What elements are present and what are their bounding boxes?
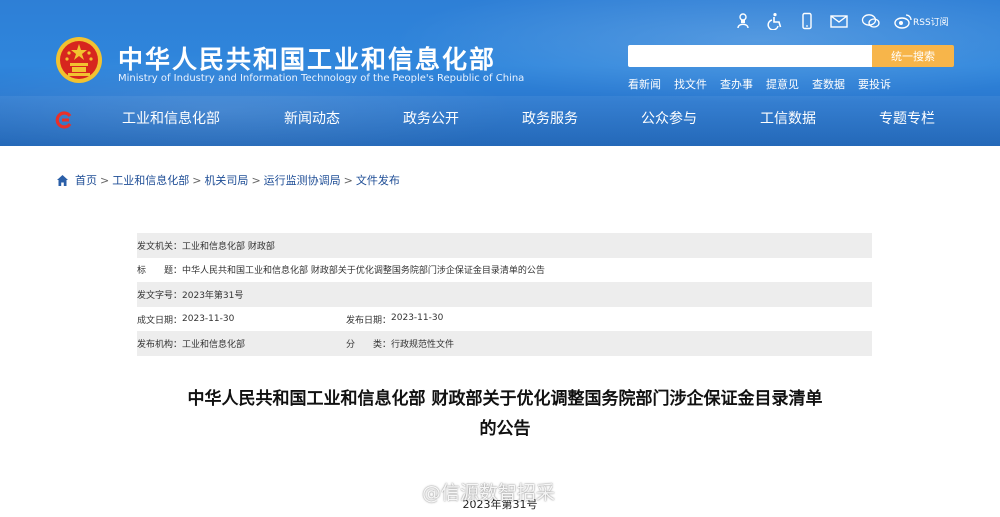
issuer-label: 发文机关： bbox=[137, 241, 183, 252]
weibo-icon bbox=[894, 14, 912, 29]
breadcrumb-separator: > bbox=[192, 173, 202, 187]
breadcrumb-separator: > bbox=[251, 173, 261, 187]
site-title-english: Ministry of Industry and Information Tec… bbox=[118, 73, 525, 84]
nav-item-miit[interactable]: 工业和信息化部 bbox=[122, 108, 220, 128]
document-title-line-2: 的公告 bbox=[479, 419, 531, 439]
site-header: 中华人民共和国工业和信息化部 Ministry of Industry and … bbox=[0, 0, 1000, 146]
mobile-phone-icon[interactable] bbox=[797, 11, 817, 31]
doc-number-value: 2023年第31号 bbox=[182, 290, 244, 301]
document-title: 中华人民共和国工业和信息化部 财政部关于优化调整国务院部门涉企保证金目录清单 的… bbox=[120, 384, 890, 444]
category-value: 行政规范性文件 bbox=[391, 340, 455, 351]
meta-row-dates: 成文日期： 2023-11-30 发布日期： 2023-11-30 bbox=[137, 307, 872, 332]
quick-link-feedback[interactable]: 提意见 bbox=[766, 76, 799, 92]
document-title-line-1: 中华人民共和国工业和信息化部 财政部关于优化调整国务院部门涉企保证金目录清单 bbox=[187, 389, 823, 409]
published-date-label: 发布日期： bbox=[346, 315, 392, 326]
published-date-group: 发布日期： 2023-11-30 bbox=[346, 313, 443, 326]
quick-link-files[interactable]: 找文件 bbox=[674, 76, 707, 92]
breadcrumb-separator: > bbox=[100, 173, 110, 187]
created-date-label: 成文日期： bbox=[137, 315, 183, 326]
search-button[interactable]: 统一搜索 bbox=[872, 45, 954, 67]
nav-item-news[interactable]: 新闻动态 bbox=[284, 108, 340, 128]
breadcrumb-separator: > bbox=[343, 173, 353, 187]
category-label: 分 类： bbox=[346, 340, 392, 351]
publisher-label: 发布机构： bbox=[137, 340, 183, 351]
quick-link-news[interactable]: 看新闻 bbox=[628, 76, 661, 92]
meta-row-publisher: 发布机构： 工业和信息化部 分 类： 行政规范性文件 bbox=[137, 331, 872, 356]
nav-item-participation[interactable]: 公众参与 bbox=[641, 108, 697, 128]
wechat-icon[interactable] bbox=[861, 11, 881, 31]
title-value: 中华人民共和国工业和信息化部 财政部关于优化调整国务院部门涉企保证金目录清单的公… bbox=[182, 266, 545, 277]
rss-label[interactable]: RSS订阅 bbox=[913, 15, 949, 28]
breadcrumb-file-release[interactable]: 文件发布 bbox=[356, 172, 400, 188]
breadcrumb-bureau[interactable]: 运行监测协调局 bbox=[264, 172, 341, 188]
accessibility-person-icon[interactable] bbox=[733, 11, 753, 31]
quick-link-services[interactable]: 查办事 bbox=[720, 76, 753, 92]
doc-number-label: 发文字号： bbox=[137, 290, 183, 301]
weibo-rss-group[interactable]: RSS订阅 bbox=[893, 12, 949, 30]
nav-item-services[interactable]: 政务服务 bbox=[522, 108, 578, 128]
created-date-value: 2023-11-30 bbox=[182, 314, 235, 325]
publisher-value: 工业和信息化部 bbox=[182, 340, 246, 351]
nav-item-topics[interactable]: 专题专栏 bbox=[879, 108, 935, 128]
watermark-text: @信源数智招采 bbox=[422, 482, 556, 504]
search-input[interactable] bbox=[628, 45, 872, 67]
breadcrumb-departments[interactable]: 机关司局 bbox=[204, 172, 248, 188]
nav-item-data[interactable]: 工信数据 bbox=[760, 108, 816, 128]
meta-row-doc-number: 发文字号： 2023年第31号 bbox=[137, 282, 872, 307]
breadcrumb: 首页 > 工业和信息化部 > 机关司局 > 运行监测协调局 > 文件发布 bbox=[56, 172, 400, 188]
home-icon[interactable] bbox=[56, 174, 69, 187]
meta-row-title: 标 题： 中华人民共和国工业和信息化部 财政部关于优化调整国务院部门涉企保证金目… bbox=[137, 258, 872, 283]
site-title[interactable]: 中华人民共和国工业和信息化部 bbox=[118, 40, 496, 76]
title-label: 标 题： bbox=[137, 266, 183, 277]
breadcrumb-miit[interactable]: 工业和信息化部 bbox=[112, 172, 189, 188]
main-nav: 工业和信息化部 新闻动态 政务公开 政务服务 公众参与 工信数据 专题专栏 bbox=[0, 108, 1000, 134]
utility-icon-bar: RSS订阅 bbox=[733, 10, 949, 32]
breadcrumb-home[interactable]: 首页 bbox=[75, 172, 97, 188]
weibo-watermark-icon bbox=[393, 482, 416, 501]
national-emblem-icon[interactable] bbox=[55, 36, 103, 84]
quick-link-complaint[interactable]: 要投诉 bbox=[858, 76, 891, 92]
document-metadata-table: 发文机关： 工业和信息化部 财政部 标 题： 中华人民共和国工业和信息化部 财政… bbox=[137, 233, 872, 356]
weibo-watermark: @信源数智招采 bbox=[392, 478, 555, 505]
issuer-value: 工业和信息化部 财政部 bbox=[182, 241, 275, 252]
mail-icon[interactable] bbox=[829, 11, 849, 31]
quick-links: 看新闻 找文件 查办事 提意见 查数据 要投诉 bbox=[628, 76, 904, 92]
published-date-value: 2023-11-30 bbox=[391, 312, 444, 323]
category-group: 分 类： 行政规范性文件 bbox=[346, 337, 454, 350]
quick-link-data[interactable]: 查数据 bbox=[812, 76, 845, 92]
meta-row-issuer: 发文机关： 工业和信息化部 财政部 bbox=[137, 233, 872, 258]
nav-item-gov-affairs[interactable]: 政务公开 bbox=[403, 108, 459, 128]
wheelchair-icon[interactable] bbox=[765, 11, 785, 31]
